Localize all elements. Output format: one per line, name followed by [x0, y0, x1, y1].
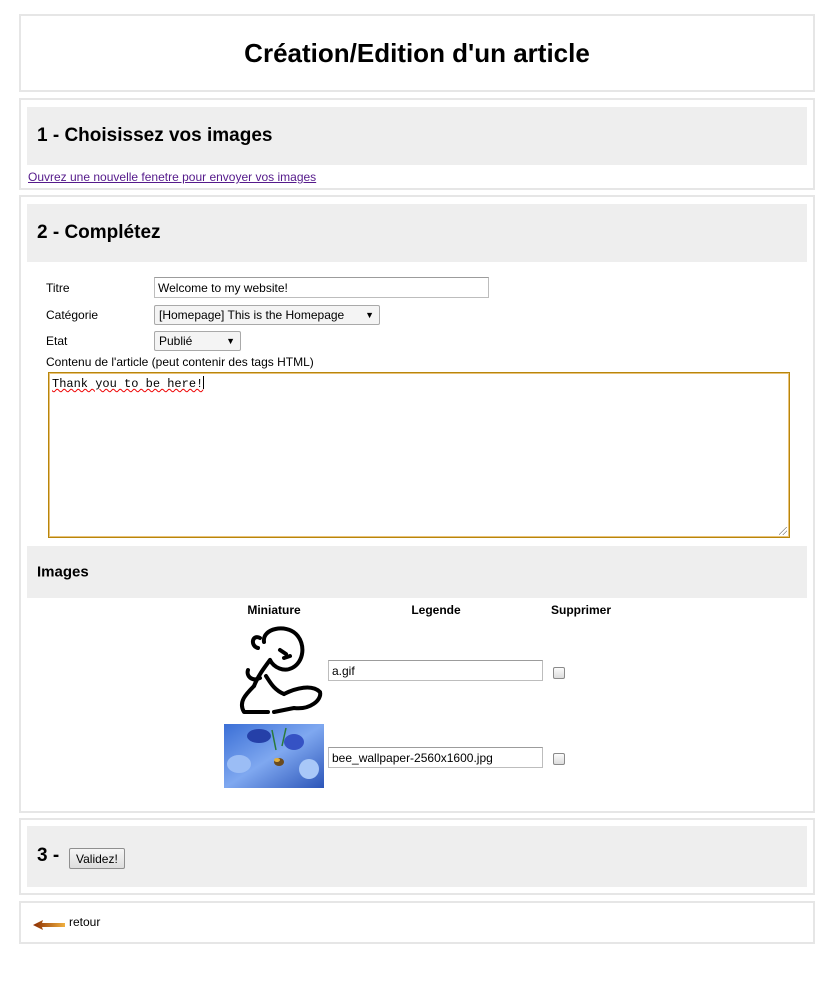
- section-complete: 2 - Complétez Titre Catégorie [Homepage]…: [19, 195, 815, 813]
- caption-input[interactable]: [328, 747, 543, 768]
- caption-input[interactable]: [328, 660, 543, 681]
- category-label: Catégorie: [46, 308, 99, 322]
- title-input[interactable]: [154, 277, 489, 298]
- state-select[interactable]: Publié ▼: [154, 331, 241, 351]
- dropdown-arrow-icon: ▼: [365, 310, 374, 320]
- state-label: Etat: [46, 334, 68, 348]
- delete-checkbox[interactable]: [553, 667, 565, 679]
- open-upload-window-link[interactable]: Ouvrez une nouvelle fenetre pour envoyer…: [28, 170, 316, 184]
- dropdown-arrow-icon: ▼: [226, 336, 235, 346]
- bee-flower-photo: [224, 724, 324, 788]
- column-header-thumbnail: Miniature: [247, 603, 301, 617]
- section-2-heading: 2 - Complétez: [37, 222, 161, 243]
- column-header-delete: Supprimer: [550, 603, 611, 617]
- page-title: Création/Edition d'un article: [244, 38, 590, 68]
- section-validate: 3 - Validez!: [19, 818, 815, 895]
- submit-button[interactable]: Validez!: [69, 848, 125, 869]
- thumbnail-image: [224, 620, 324, 720]
- resize-grip-icon[interactable]: [779, 527, 787, 535]
- section-choose-images: 1 - Choisissez vos images Ouvrez une nou…: [19, 98, 815, 190]
- state-selected-value: Publié: [159, 334, 193, 348]
- content-label: Contenu de l'article (peut contenir des …: [46, 355, 314, 369]
- content-text: Thank you to be here!: [52, 377, 204, 391]
- column-header-caption: Legende: [411, 603, 461, 617]
- section-1-heading: 1 - Choisissez vos images: [37, 125, 273, 146]
- content-textarea[interactable]: Thank you to be here!: [48, 372, 790, 538]
- section-3-number: 3 -: [37, 845, 60, 866]
- back-link[interactable]: retour: [69, 915, 100, 929]
- text-caret: [203, 376, 205, 389]
- sitting-figure-icon: [239, 626, 323, 714]
- images-header-band: Images: [27, 546, 807, 598]
- section-header-band: 1 - Choisissez vos images: [27, 107, 807, 165]
- category-select[interactable]: [Homepage] This is the Homepage ▼: [154, 305, 380, 325]
- section-header-band: 3 - Validez!: [27, 826, 807, 887]
- category-selected-value: [Homepage] This is the Homepage: [159, 308, 345, 322]
- section-header-band: 2 - Complétez: [27, 204, 807, 262]
- footer-back: retour: [19, 901, 815, 944]
- thumbnail-image: [224, 724, 324, 788]
- page-header: Création/Edition d'un article: [19, 14, 815, 92]
- delete-checkbox[interactable]: [553, 753, 565, 765]
- back-arrow-icon[interactable]: [33, 918, 65, 936]
- images-heading: Images: [37, 563, 89, 581]
- title-label: Titre: [46, 281, 70, 295]
